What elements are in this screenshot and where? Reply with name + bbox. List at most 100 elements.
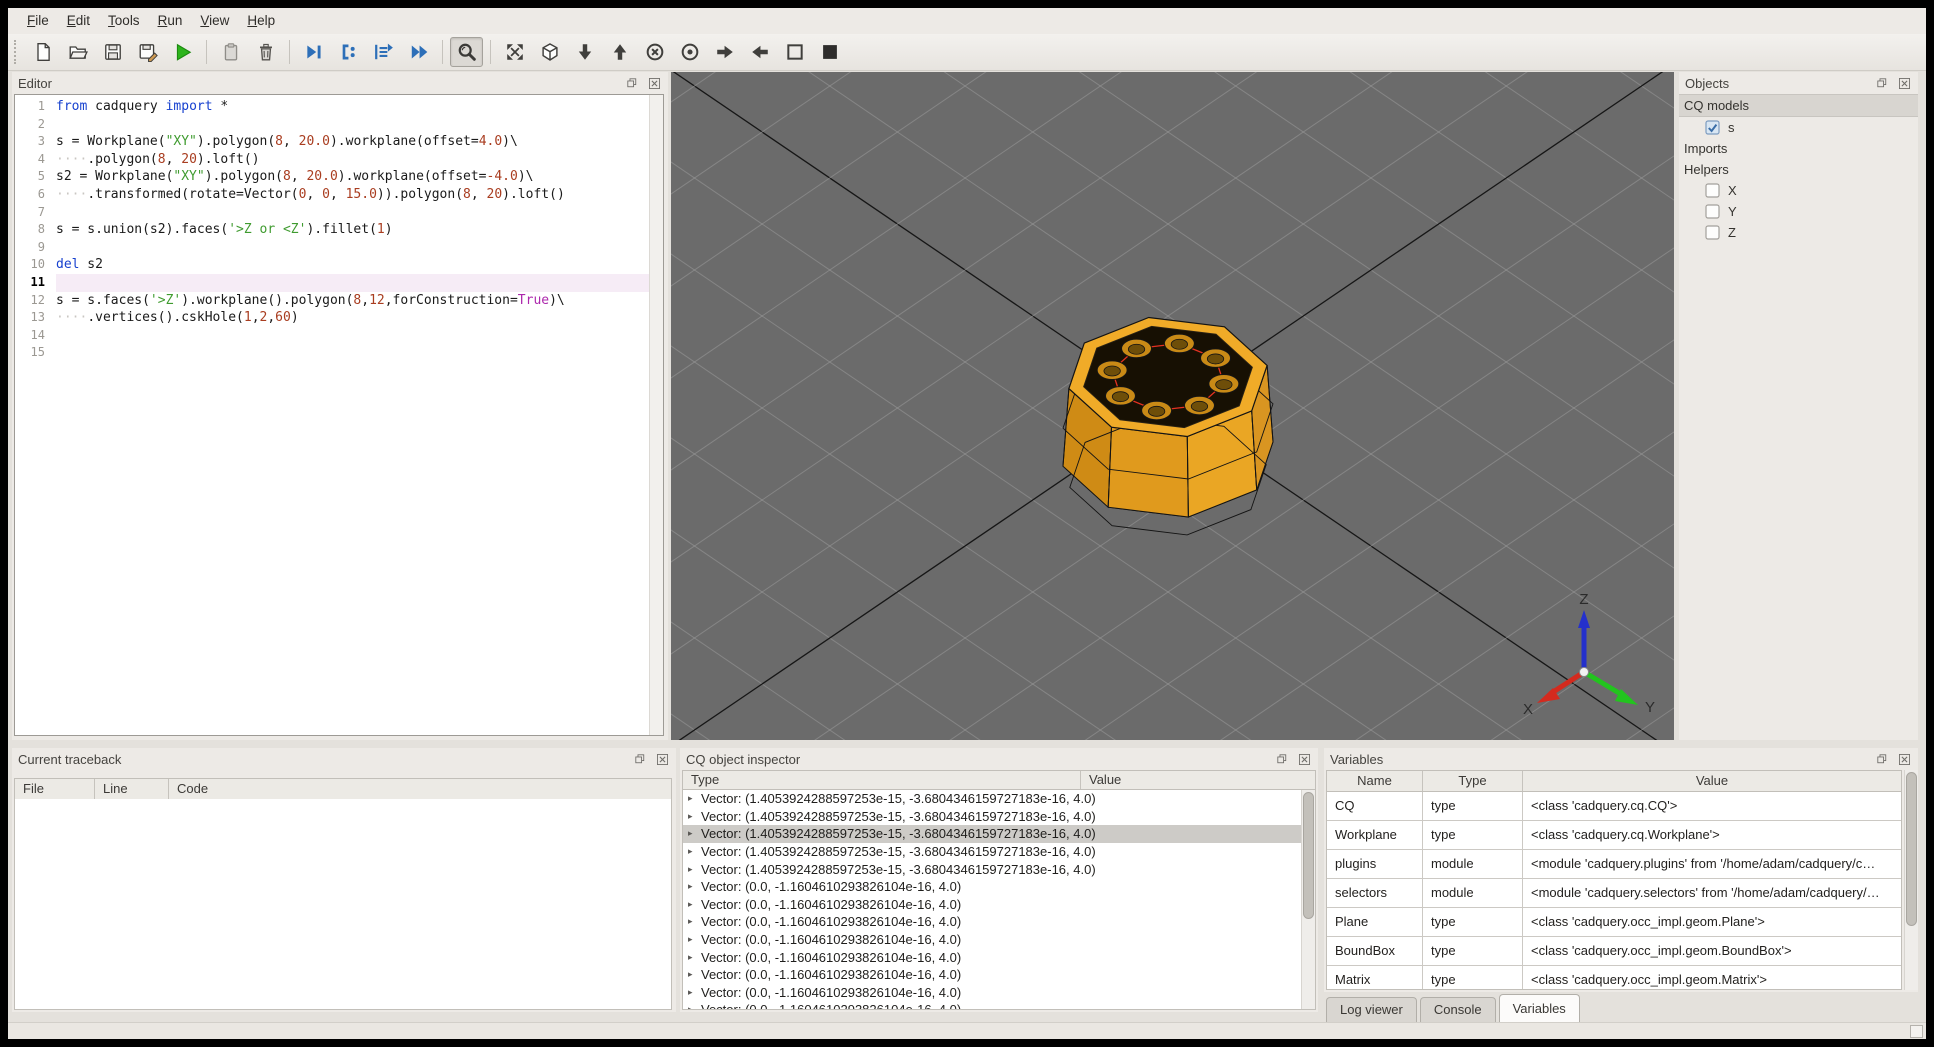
expander-icon[interactable]: ▸: [683, 987, 701, 998]
expander-icon[interactable]: ▸: [683, 969, 701, 980]
render-button[interactable]: [166, 37, 199, 67]
code-line[interactable]: 4 ····.polygon(8, 20).loft(): [15, 151, 649, 169]
code-line[interactable]: 6 ····.transformed(rotate=Vector(0, 0, 15…: [15, 186, 649, 204]
step-over-button[interactable]: [367, 37, 400, 67]
new-file-button[interactable]: [26, 37, 59, 67]
code-line[interactable]: 3 s = Workplane("XY").polygon(8, 20.0).wo…: [15, 133, 649, 151]
code-line[interactable]: 13 ····.vertices().cskHole(1,2,60): [15, 309, 649, 327]
view-back-button[interactable]: [673, 37, 706, 67]
code-line[interactable]: 7: [15, 204, 649, 222]
tree-item-x[interactable]: X: [1679, 180, 1918, 201]
code-line[interactable]: 9: [15, 239, 649, 257]
inspector-scrollbar[interactable]: [1301, 790, 1315, 1009]
fit-view-button[interactable]: [498, 37, 531, 67]
expander-icon[interactable]: ▸: [683, 934, 701, 945]
expander-icon[interactable]: ▸: [683, 846, 701, 857]
iso-view-button[interactable]: [533, 37, 566, 67]
expander-icon[interactable]: ▸: [683, 864, 701, 875]
variables-row[interactable]: plugins module <module 'cadquery.plugins' …: [1327, 850, 1901, 879]
variables-row[interactable]: Matrix type <class 'cadquery.occ_impl.geom…: [1327, 966, 1901, 989]
inspector-row[interactable]: ▸ Vector: (1.4053924288597253e-15, -3.680…: [683, 790, 1315, 808]
inspector-panel-close-button[interactable]: [1296, 751, 1312, 767]
code-line[interactable]: 2: [15, 116, 649, 134]
variables-scrollbar-thumb[interactable]: [1906, 772, 1917, 926]
code-line[interactable]: 12 s = s.faces('>Z').workplane().polygon(…: [15, 292, 649, 310]
expander-icon[interactable]: ▸: [683, 881, 701, 892]
step-button[interactable]: [297, 37, 330, 67]
inspector-row[interactable]: ▸ Vector: (0.0, -1.1604610293826104e-16, …: [683, 896, 1315, 914]
code-line[interactable]: 1 from cadquery import *: [15, 98, 649, 116]
viewport-3d[interactable]: Z X Y: [671, 72, 1674, 740]
objects-panel-close-button[interactable]: [1896, 75, 1912, 91]
traceback-panel-float-button[interactable]: [632, 751, 648, 767]
tree-item-y[interactable]: Y: [1679, 201, 1918, 222]
variables-row[interactable]: Workplane type <class 'cadquery.cq.Workpla…: [1327, 821, 1901, 850]
tree-item-imports[interactable]: Imports: [1679, 138, 1918, 159]
code-line[interactable]: 8 s = s.union(s2).faces('>Z or <Z').fille…: [15, 221, 649, 239]
inspector-row[interactable]: ▸ Vector: (1.4053924288597253e-15, -3.680…: [683, 825, 1315, 843]
expander-icon[interactable]: ▸: [683, 899, 701, 910]
traceback-panel-close-button[interactable]: [654, 751, 670, 767]
editor-scrollbar[interactable]: [649, 95, 663, 735]
variables-row[interactable]: Plane type <class 'cadquery.occ_impl.geom.…: [1327, 908, 1901, 937]
tree-item-z[interactable]: Z: [1679, 222, 1918, 243]
code-line[interactable]: 11: [15, 273, 649, 292]
code-line[interactable]: 5 s2 = Workplane("XY").polygon(8, 20.0).w…: [15, 168, 649, 186]
delete-button[interactable]: [249, 37, 282, 67]
inspector-scrollbar-thumb[interactable]: [1303, 792, 1314, 920]
menu-run[interactable]: Run: [149, 8, 192, 34]
menu-tools[interactable]: Tools: [99, 8, 149, 34]
code-line[interactable]: 15: [15, 344, 649, 362]
inspector-row[interactable]: ▸ Vector: (0.0, -1.1604610293826104e-16, …: [683, 931, 1315, 949]
tab-variables[interactable]: Variables: [1498, 994, 1580, 1022]
tree-item-cq-models[interactable]: CQ models: [1679, 94, 1918, 117]
expander-icon[interactable]: ▸: [683, 828, 701, 839]
wireframe-button[interactable]: [778, 37, 811, 67]
variables-row[interactable]: CQ type <class 'cadquery.cq.CQ'>: [1327, 792, 1901, 821]
tree-item-helpers[interactable]: Helpers: [1679, 159, 1918, 180]
view-bottom-button[interactable]: [568, 37, 601, 67]
tab-log-viewer[interactable]: Log viewer: [1326, 997, 1417, 1022]
objects-panel-float-button[interactable]: [1874, 75, 1890, 91]
viewport-canvas[interactable]: Z X Y: [671, 72, 1674, 740]
checkbox-unchecked[interactable]: [1705, 183, 1720, 198]
toolbar-handle[interactable]: [14, 40, 19, 64]
tree-item-s[interactable]: s: [1679, 117, 1918, 138]
inspector-row[interactable]: ▸ Vector: (1.4053924288597253e-15, -3.680…: [683, 860, 1315, 878]
tab-console[interactable]: Console: [1419, 997, 1496, 1022]
open-file-button[interactable]: [61, 37, 94, 67]
variables-scrollbar[interactable]: [1904, 770, 1918, 990]
checkbox-unchecked[interactable]: [1705, 225, 1720, 240]
menu-view[interactable]: View: [191, 8, 238, 34]
expander-icon[interactable]: ▸: [683, 1004, 701, 1009]
expander-icon[interactable]: ▸: [683, 952, 701, 963]
view-right-button[interactable]: [708, 37, 741, 67]
variables-row[interactable]: selectors module <module 'cadquery.selecto…: [1327, 879, 1901, 908]
code-editor[interactable]: 1 from cadquery import * 2 3 s = Workplane(…: [14, 94, 664, 736]
inspector-row[interactable]: ▸ Vector: (0.0, -1.1604610293826104e-16, …: [683, 1001, 1315, 1009]
save-button[interactable]: [96, 37, 129, 67]
menu-help[interactable]: Help: [238, 8, 284, 34]
inspector-row[interactable]: ▸ Vector: (1.4053924288597253e-15, -3.680…: [683, 808, 1315, 826]
expander-icon[interactable]: ▸: [683, 916, 701, 927]
checkbox-checked[interactable]: [1705, 120, 1720, 135]
menu-edit[interactable]: Edit: [58, 8, 99, 34]
continue-button[interactable]: [402, 37, 435, 67]
variables-panel-close-button[interactable]: [1896, 751, 1912, 767]
inspector-panel-float-button[interactable]: [1274, 751, 1290, 767]
view-left-button[interactable]: [743, 37, 776, 67]
editor-panel-float-button[interactable]: [624, 75, 640, 91]
view-top-button[interactable]: [603, 37, 636, 67]
menu-file[interactable]: File: [18, 8, 58, 34]
resize-grip[interactable]: [1910, 1025, 1923, 1038]
code-line[interactable]: 10 del s2: [15, 256, 649, 274]
editor-panel-close-button[interactable]: [646, 75, 662, 91]
inspector-row[interactable]: ▸ Vector: (0.0, -1.1604610293826104e-16, …: [683, 948, 1315, 966]
inspector-row[interactable]: ▸ Vector: (0.0, -1.1604610293826104e-16, …: [683, 984, 1315, 1002]
code-line[interactable]: 14: [15, 327, 649, 345]
checkbox-unchecked[interactable]: [1705, 204, 1720, 219]
step-in-button[interactable]: [332, 37, 365, 67]
inspector-row[interactable]: ▸ Vector: (0.0, -1.1604610293826104e-16, …: [683, 913, 1315, 931]
variables-row[interactable]: BoundBox type <class 'cadquery.occ_impl.ge…: [1327, 937, 1901, 966]
inspector-row[interactable]: ▸ Vector: (0.0, -1.1604610293826104e-16, …: [683, 966, 1315, 984]
